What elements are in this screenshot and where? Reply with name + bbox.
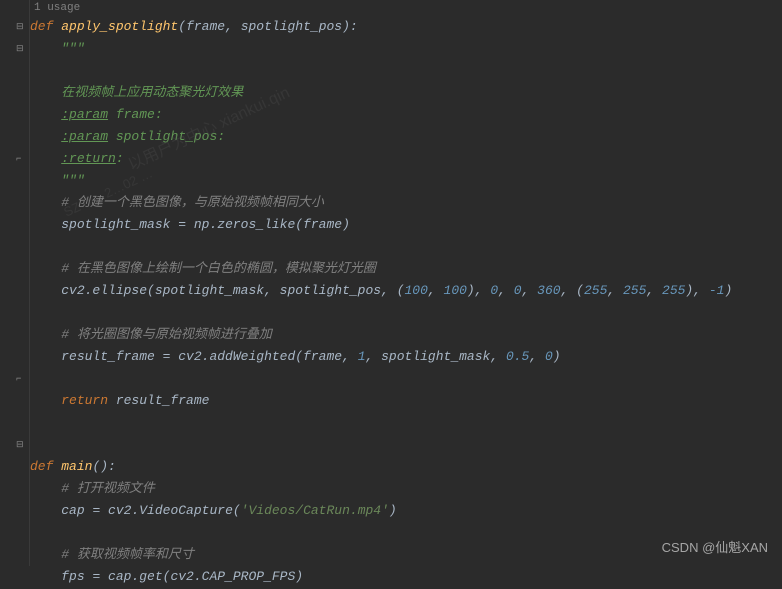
code-line[interactable]: result_frame = cv2.addWeighted(frame, 1,…: [30, 346, 782, 368]
code-line[interactable]: :param spotlight_pos:: [30, 126, 782, 148]
comment: # 在黑色图像上绘制一个白色的椭圆，模拟聚光灯光圈: [61, 261, 376, 276]
comment: # 创建一个黑色图像，与原始视频帧相同大小: [61, 195, 324, 210]
comment: # 打开视频文件: [61, 481, 155, 496]
code-line[interactable]: # 在黑色图像上绘制一个白色的椭圆，模拟聚光灯光圈: [30, 258, 782, 280]
parameter: spotlight_pos: [241, 19, 342, 34]
expression: cv2.ellipse(spotlight_mask: [61, 283, 264, 298]
paren: ):: [342, 19, 358, 34]
string: 'Videos/CatRun.mp4': [241, 503, 389, 518]
code-line[interactable]: def apply_spotlight(frame, spotlight_pos…: [30, 16, 782, 38]
fold-end-icon: ⌐: [16, 374, 21, 384]
watermark-csdn: CSDN @仙魁XAN: [662, 537, 768, 556]
keyword: return: [61, 393, 116, 408]
code-line[interactable]: cap = cv2.VideoCapture('Videos/CatRun.mp…: [30, 500, 782, 522]
function-name: main: [61, 459, 92, 474]
function-name: apply_spotlight: [61, 19, 178, 34]
code-line[interactable]: 在视频帧上应用动态聚光灯效果: [30, 82, 782, 104]
code-editor: ⊟ ⊟ ⌐ ⌐ ⊟ 1 usage def apply_spotlight(fr…: [0, 0, 782, 566]
code-area[interactable]: 1 usage def apply_spotlight(frame, spotl…: [30, 0, 782, 566]
comment: # 将光圈图像与原始视频帧进行叠加: [61, 327, 272, 342]
docstring-open: """: [61, 41, 84, 56]
comment: # 获取视频帧率和尺寸: [61, 547, 194, 562]
code-line[interactable]: # 打开视频文件: [30, 478, 782, 500]
code-line[interactable]: :param frame:: [30, 104, 782, 126]
expression: np.zeros_like(frame): [194, 217, 350, 232]
code-line[interactable]: [30, 236, 782, 258]
docstring-text: frame:: [108, 107, 163, 122]
code-line[interactable]: """: [30, 170, 782, 192]
code-line[interactable]: """: [30, 38, 782, 60]
code-line[interactable]: [30, 434, 782, 456]
operator: =: [178, 217, 194, 232]
code-line[interactable]: spotlight_mask = np.zeros_like(frame): [30, 214, 782, 236]
code-line[interactable]: [30, 60, 782, 82]
fold-icon[interactable]: ⊟: [16, 440, 24, 450]
code-line[interactable]: # 将光圈图像与原始视频帧进行叠加: [30, 324, 782, 346]
comma: ,: [225, 19, 241, 34]
code-line[interactable]: :return:: [30, 148, 782, 170]
editor-gutter: ⊟ ⊟ ⌐ ⌐ ⊟: [0, 0, 30, 566]
fold-icon[interactable]: ⊟: [16, 22, 24, 32]
code-line[interactable]: return result_frame: [30, 390, 782, 412]
fold-end-icon: ⌐: [16, 154, 21, 164]
paren: (: [178, 19, 186, 34]
docstring-close: """: [61, 173, 84, 188]
docstring-text: :: [116, 151, 124, 166]
keyword: def: [30, 459, 61, 474]
docstring-tag: :param: [61, 129, 108, 144]
identifier: spotlight_mask: [61, 217, 178, 232]
docstring-text: spotlight_pos:: [108, 129, 225, 144]
code-line[interactable]: [30, 412, 782, 434]
code-line[interactable]: cv2.ellipse(spotlight_mask, spotlight_po…: [30, 280, 782, 302]
code-line[interactable]: [30, 368, 782, 390]
code-line[interactable]: def main():: [30, 456, 782, 478]
fold-icon[interactable]: ⊟: [16, 44, 24, 54]
parameter: frame: [186, 19, 225, 34]
usages-hint[interactable]: 1 usage: [30, 0, 782, 16]
keyword: def: [30, 19, 61, 34]
docstring-tag: :param: [61, 107, 108, 122]
docstring-text: 在视频帧上应用动态聚光灯效果: [61, 85, 243, 100]
code-line[interactable]: [30, 302, 782, 324]
code-line[interactable]: # 创建一个黑色图像，与原始视频帧相同大小: [30, 192, 782, 214]
code-line[interactable]: fps = cap.get(cv2.CAP_PROP_FPS): [30, 566, 782, 588]
docstring-tag: :return: [61, 151, 116, 166]
